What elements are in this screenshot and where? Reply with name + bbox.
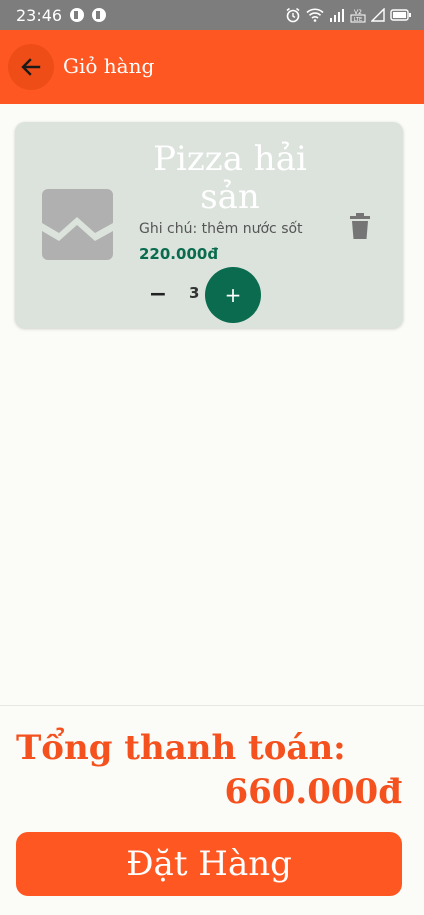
cart-item-card: Pizza hải sản Ghi chú: thêm nước sốt 220… xyxy=(15,122,403,328)
page-title: Giỏ hàng xyxy=(63,54,155,78)
status-icons: V2 LTE xyxy=(285,7,412,23)
back-button[interactable] xyxy=(8,44,54,90)
alarm-icon xyxy=(286,7,300,23)
quantity-value: 3 xyxy=(189,284,200,302)
svg-text:V2: V2 xyxy=(354,9,362,16)
wifi-icon xyxy=(306,8,324,22)
app-notification-icon xyxy=(92,8,107,22)
order-button[interactable]: Đặt Hàng xyxy=(16,832,402,896)
status-bar: 23:46 V2 LTE xyxy=(0,0,424,30)
status-time: 23:46 xyxy=(16,5,63,25)
app-notification-icon xyxy=(70,8,85,22)
product-price: 220.000đ xyxy=(139,245,219,263)
signal-empty-icon xyxy=(371,8,385,22)
app-bar: Giỏ hàng xyxy=(0,30,424,104)
arrow-left-icon xyxy=(21,58,41,76)
total-value: 660.000đ xyxy=(224,772,402,812)
total-label: Tổng thanh toán: xyxy=(16,728,346,768)
volte-icon: V2 LTE xyxy=(350,9,366,23)
signal-icon xyxy=(330,9,344,22)
decrement-button[interactable]: − xyxy=(143,279,173,309)
increment-button[interactable]: + xyxy=(205,267,261,323)
battery-icon xyxy=(390,9,411,21)
product-name: Pizza hải sản xyxy=(153,139,307,217)
svg-text:LTE: LTE xyxy=(354,17,362,23)
product-note: Ghi chú: thêm nước sốt xyxy=(139,221,303,237)
broken-image-icon xyxy=(42,189,113,260)
footer-divider xyxy=(0,705,424,706)
trash-icon[interactable] xyxy=(348,213,372,239)
